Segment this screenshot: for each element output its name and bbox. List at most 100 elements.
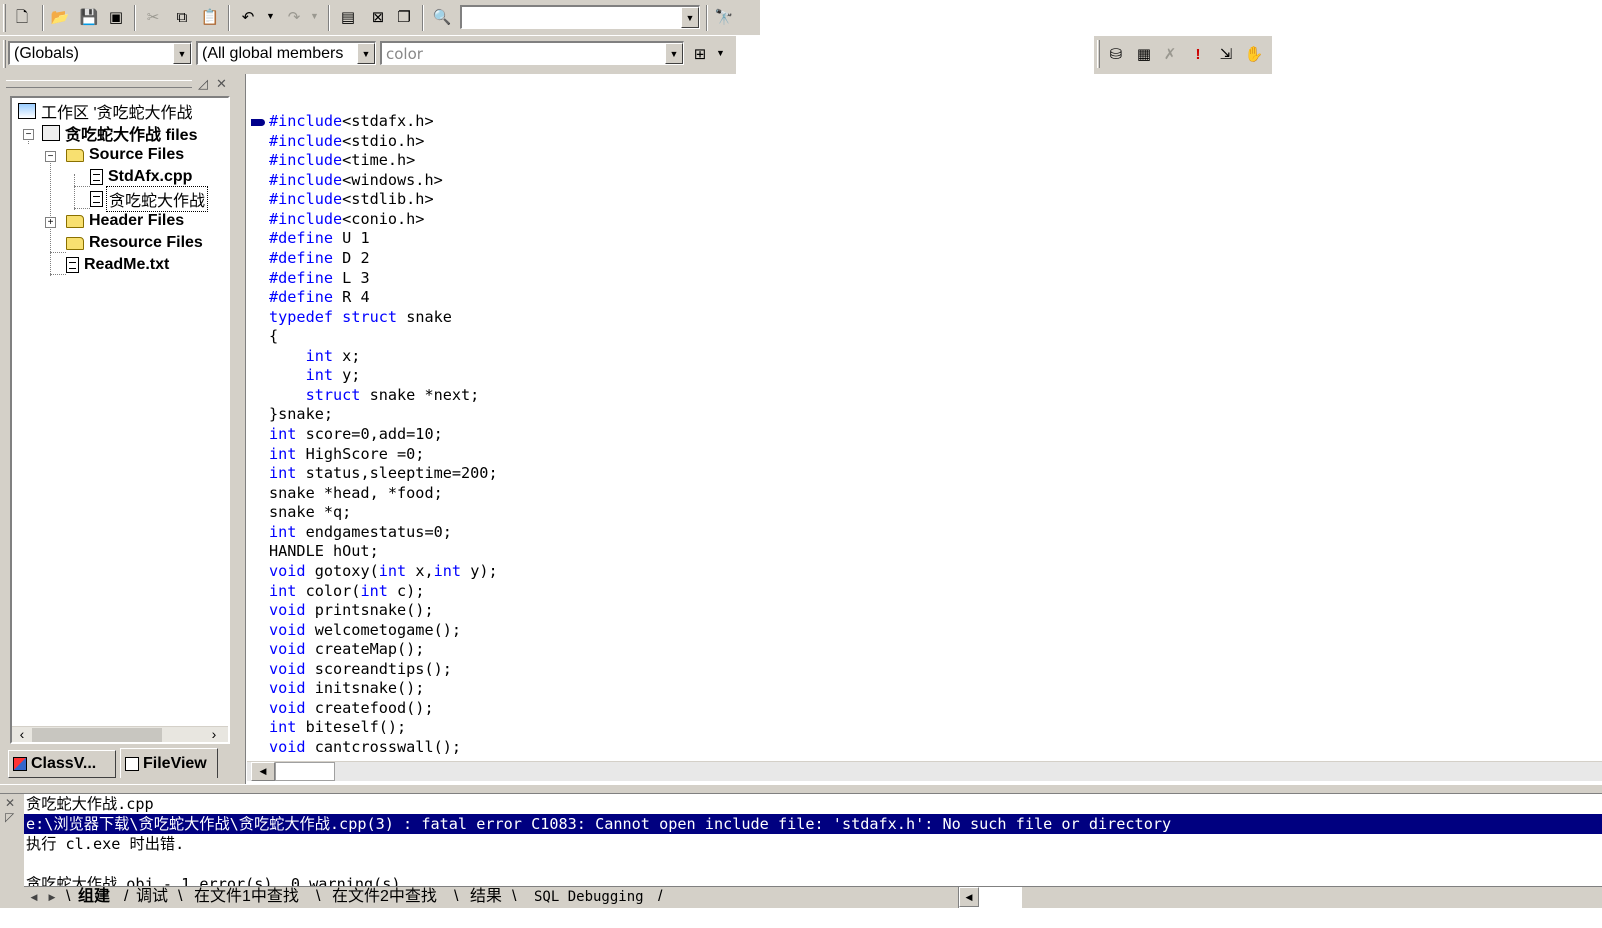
toolbar-grip[interactable] bbox=[1097, 40, 1100, 68]
workspace-icon[interactable]: ▤ bbox=[336, 5, 360, 29]
maximize-icon[interactable]: ◿ bbox=[198, 76, 208, 92]
chevron-down-icon[interactable]: ▼ bbox=[681, 7, 699, 28]
code-line[interactable]: void scoreandtips(); bbox=[269, 660, 498, 680]
tab-classview[interactable]: ClassV... bbox=[8, 750, 116, 778]
class-combo[interactable]: (Globals) ▼ bbox=[8, 41, 192, 65]
collapse-icon[interactable]: − bbox=[23, 129, 34, 140]
tree-node-main-cpp[interactable]: 贪吃蛇大作战 bbox=[90, 186, 209, 212]
stop-build-icon[interactable]: ✗ bbox=[1158, 42, 1182, 66]
tree-node-header-files[interactable]: Header Files bbox=[66, 210, 186, 232]
find-in-files-icon[interactable]: 🔍 bbox=[430, 5, 454, 29]
undo-icon[interactable]: ↶ bbox=[236, 5, 260, 29]
expand-icon[interactable]: + bbox=[45, 217, 56, 228]
scrollbar-thumb[interactable] bbox=[32, 728, 162, 742]
new-file-icon[interactable]: 🗋 bbox=[10, 5, 34, 29]
code-editor[interactable]: #include<stdafx.h> #include<stdio.h> #incl… bbox=[247, 75, 1602, 761]
chevron-down-icon[interactable]: ▼ bbox=[173, 43, 191, 64]
redo-dropdown-icon[interactable]: ▼ bbox=[310, 11, 319, 21]
execute-icon[interactable]: ! bbox=[1186, 42, 1210, 66]
code-line[interactable]: int y; bbox=[269, 366, 498, 386]
output-window[interactable]: 贪吃蛇大作战.cpp e:\浏览器下载\贪吃蛇大作战\贪吃蛇大作战.cpp(3)… bbox=[24, 794, 1602, 886]
code-line[interactable]: #include<stdio.h> bbox=[269, 132, 498, 152]
output-horizontal-scrollbar[interactable]: ◀ bbox=[958, 887, 1022, 908]
window-list-icon[interactable]: ❐ bbox=[392, 5, 416, 29]
members-combo[interactable]: color ▼ bbox=[380, 41, 684, 65]
scroll-right-icon[interactable]: › bbox=[206, 727, 222, 743]
code-line[interactable]: struct snake *next; bbox=[269, 386, 498, 406]
code-line[interactable]: #define U 1 bbox=[269, 229, 498, 249]
tab-find-in-files-1[interactable]: 在文件1中查找 bbox=[194, 887, 299, 908]
code-line[interactable]: }snake; bbox=[269, 405, 498, 425]
code-line[interactable]: void createMap(); bbox=[269, 640, 498, 660]
tree-horizontal-scrollbar[interactable]: ‹ › bbox=[12, 726, 228, 742]
source-code[interactable]: #include<stdafx.h> #include<stdio.h> #incl… bbox=[269, 112, 498, 758]
code-line[interactable]: #include<stdafx.h> bbox=[269, 112, 498, 132]
tree-node-resource-files[interactable]: Resource Files bbox=[66, 232, 205, 254]
copy-icon[interactable]: ⧉ bbox=[170, 5, 194, 29]
find-icon[interactable]: 🔭 bbox=[712, 5, 736, 29]
toolbar-grip[interactable] bbox=[3, 40, 6, 68]
build-icon[interactable]: ▦ bbox=[1132, 42, 1156, 66]
chevron-down-icon[interactable]: ▼ bbox=[665, 43, 683, 64]
code-line[interactable]: #include<time.h> bbox=[269, 151, 498, 171]
tree-node-stdafx-cpp[interactable]: StdAfx.cpp bbox=[90, 166, 194, 188]
code-line[interactable]: void initsnake(); bbox=[269, 679, 498, 699]
code-line[interactable]: int score=0,add=10; bbox=[269, 425, 498, 445]
tab-sql-debugging[interactable]: SQL Debugging bbox=[534, 887, 644, 908]
code-line[interactable]: void cantcrosswall(); bbox=[269, 738, 498, 758]
code-line[interactable]: snake *q; bbox=[269, 503, 498, 523]
scroll-left-icon[interactable]: ◀ bbox=[251, 762, 275, 781]
code-line[interactable]: void welcometogame(); bbox=[269, 621, 498, 641]
workspace-title-grip[interactable] bbox=[6, 80, 192, 88]
code-line[interactable]: void createfood(); bbox=[269, 699, 498, 719]
tree-node-workspace[interactable]: 工作区 '贪吃蛇大作战 bbox=[18, 100, 195, 122]
code-line[interactable]: #define L 3 bbox=[269, 269, 498, 289]
editor-horizontal-scrollbar[interactable]: ◀ bbox=[247, 761, 1602, 781]
output-icon[interactable]: ⊠ bbox=[366, 5, 390, 29]
code-line[interactable]: void gotoxy(int x,int y); bbox=[269, 562, 498, 582]
close-icon[interactable]: ✕ bbox=[5, 796, 15, 810]
code-line[interactable]: int biteself(); bbox=[269, 718, 498, 738]
find-combo[interactable]: ▼ bbox=[460, 5, 700, 29]
tab-next-icon[interactable]: ▶ bbox=[44, 888, 60, 906]
code-line[interactable]: int endgamestatus=0; bbox=[269, 523, 498, 543]
filter-combo[interactable]: (All global members ▼ bbox=[196, 41, 376, 65]
undo-dropdown-icon[interactable]: ▼ bbox=[266, 11, 275, 21]
code-line[interactable]: #define R 4 bbox=[269, 288, 498, 308]
scroll-left-icon[interactable]: ‹ bbox=[14, 727, 30, 743]
tab-fileview[interactable]: FileView bbox=[120, 748, 218, 778]
code-line[interactable]: #include<conio.h> bbox=[269, 210, 498, 230]
code-line[interactable]: int x; bbox=[269, 347, 498, 367]
cut-icon[interactable]: ✂ bbox=[141, 5, 165, 29]
scrollbar-thumb[interactable] bbox=[275, 762, 335, 781]
tab-find-in-files-2[interactable]: 在文件2中查找 bbox=[332, 887, 437, 908]
save-all-icon[interactable]: ▣ bbox=[104, 5, 128, 29]
pane-splitter[interactable] bbox=[0, 784, 1602, 794]
code-line[interactable]: snake *head, *food; bbox=[269, 484, 498, 504]
chevron-down-icon[interactable]: ▼ bbox=[357, 43, 375, 64]
wizard-action-dropdown-icon[interactable]: ▼ bbox=[716, 48, 725, 58]
code-line[interactable]: typedef struct snake bbox=[269, 308, 498, 328]
go-icon[interactable]: ⇲ bbox=[1214, 42, 1238, 66]
save-icon[interactable]: 💾 bbox=[77, 5, 101, 29]
tree-node-readme[interactable]: ReadMe.txt bbox=[66, 254, 171, 276]
paste-icon[interactable]: 📋 bbox=[198, 5, 222, 29]
code-line[interactable]: #include<stdlib.h> bbox=[269, 190, 498, 210]
tree-node-project[interactable]: 贪吃蛇大作战 files bbox=[42, 122, 199, 144]
code-line[interactable]: #define D 2 bbox=[269, 249, 498, 269]
tree-node-source-files[interactable]: Source Files bbox=[66, 144, 186, 166]
code-line[interactable]: int status,sleeptime=200; bbox=[269, 464, 498, 484]
tab-debug[interactable]: 调试 bbox=[136, 887, 168, 908]
wizard-action-icon[interactable]: ⊞ bbox=[688, 42, 712, 66]
code-line[interactable]: #include<windows.h> bbox=[269, 171, 498, 191]
code-line[interactable]: { bbox=[269, 327, 498, 347]
tab-results[interactable]: 结果 bbox=[470, 887, 502, 908]
open-icon[interactable]: 📂 bbox=[48, 5, 72, 29]
output-error-line[interactable]: e:\浏览器下载\贪吃蛇大作战\贪吃蛇大作战.cpp(3) : fatal er… bbox=[24, 814, 1602, 834]
code-line[interactable]: HANDLE hOut; bbox=[269, 542, 498, 562]
code-line[interactable]: void printsnake(); bbox=[269, 601, 498, 621]
scroll-left-icon[interactable]: ◀ bbox=[959, 887, 979, 907]
compile-icon[interactable]: ⛁ bbox=[1104, 42, 1128, 66]
maximize-icon[interactable]: ◸ bbox=[5, 810, 14, 824]
redo-icon[interactable]: ↷ bbox=[282, 5, 306, 29]
